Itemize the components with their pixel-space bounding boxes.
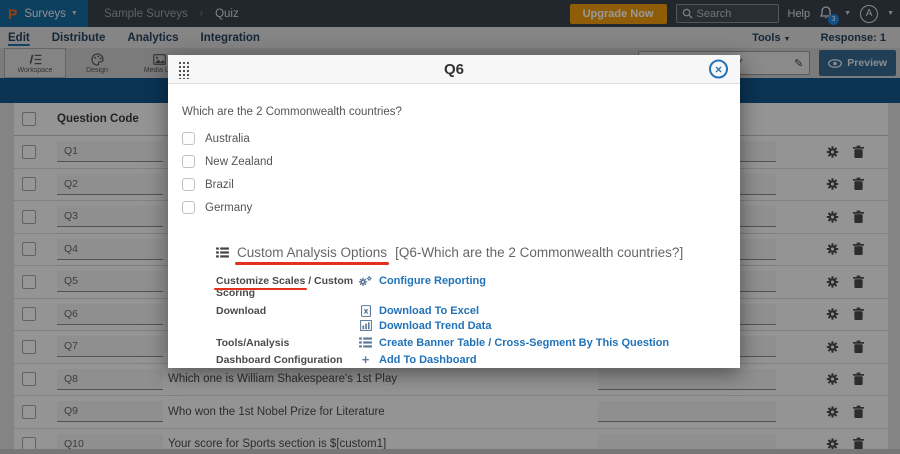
analysis-heading-title: Custom Analysis Options [237,245,387,260]
option-label: Australia [205,133,250,145]
close-icon[interactable]: × [709,60,728,79]
link-create-banner-table-cross-segment-by-this-question[interactable]: Create Banner Table / Cross-Segment By T… [358,337,669,349]
answer-option-new-zealand: New Zealand [182,150,726,173]
question-dialog: Q6 × Which are the 2 Commonwealth countr… [168,55,740,368]
analysis-category-label: Tools/Analysis [216,337,358,349]
option-checkbox[interactable] [182,155,195,168]
analysis-links: Create Banner Table / Cross-Segment By T… [358,337,669,349]
dialog-header: Q6 × [168,55,740,84]
link-configure-reporting[interactable]: Configure Reporting [358,275,486,287]
analysis-links: + Add To Dashboard [358,354,477,366]
custom-analysis-section: Custom Analysis Options [Q6-Which are th… [182,245,726,367]
answer-option-germany: Germany [182,196,726,219]
banner-list-icon [358,337,373,348]
red-annotation-underline [214,288,307,291]
answer-option-brazil: Brazil [182,173,726,196]
red-annotated-label: Customize Scales [216,275,305,287]
excel-icon [358,305,373,317]
link-download-to-excel[interactable]: Download To Excel [358,305,491,317]
analysis-row: Dashboard Configuration + Add To Dashboa… [216,354,726,366]
analysis-row: Customize Scales / Custom Scoring Config… [216,275,726,300]
analysis-category-label: Dashboard Configuration [216,354,358,366]
red-annotation-underline [235,262,389,265]
question-text: Which are the 2 Commonwealth countries? [182,106,726,118]
drag-handle-icon[interactable] [178,61,189,79]
analysis-row: Download Download To Excel Download Tren… [216,305,726,332]
plus-icon: + [358,355,373,365]
answer-options: Australia New Zealand Brazil Germany [182,127,726,219]
option-checkbox[interactable] [182,178,195,191]
analysis-heading: Custom Analysis Options [Q6-Which are th… [216,245,726,260]
option-checkbox[interactable] [182,132,195,145]
link-add-to-dashboard[interactable]: + Add To Dashboard [358,354,477,366]
dialog-title: Q6 [444,61,464,78]
analysis-links: Download To Excel Download Trend Data [358,305,491,332]
analysis-links: Configure Reporting [358,275,486,287]
trend-chart-icon [358,320,373,331]
option-label: Germany [205,202,252,214]
option-checkbox[interactable] [182,201,195,214]
gears-icon [358,275,373,287]
analysis-row: Tools/Analysis Create Banner Table / Cro… [216,337,726,349]
analysis-category-label: Download [216,305,358,317]
answer-option-australia: Australia [182,127,726,150]
link-download-trend-data[interactable]: Download Trend Data [358,320,491,332]
analysis-heading-ref: [Q6-Which are the 2 Commonwealth countri… [395,245,683,260]
analysis-groups: Customize Scales / Custom Scoring Config… [216,275,726,367]
list-icon [216,247,229,258]
option-label: New Zealand [205,156,273,168]
analysis-category-label: Customize Scales / Custom Scoring [216,275,358,300]
option-label: Brazil [205,179,234,191]
